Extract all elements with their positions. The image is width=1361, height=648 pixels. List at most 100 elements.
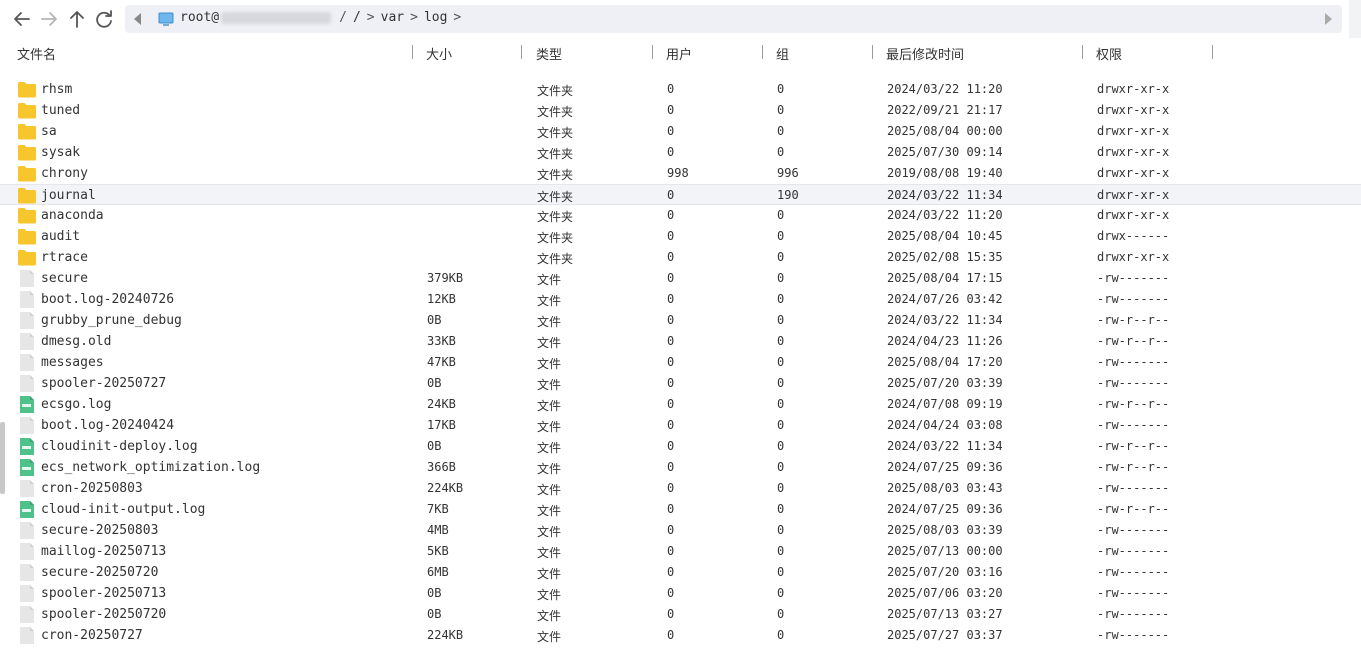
up-button[interactable]	[66, 8, 88, 30]
column-resizer[interactable]	[762, 45, 763, 59]
file-row[interactable]: boot.log-20240726 12KB 文件 0 0 2024/07/26 03:4…	[0, 289, 1361, 310]
file-group: 0	[777, 355, 785, 369]
column-mtime[interactable]: 最后修改时间	[886, 44, 964, 63]
file-row[interactable]: cron-20250803 224KB 文件 0 0 2025/08/03 03:43 -r…	[0, 478, 1361, 499]
file-row[interactable]: maillog-20250713 5KB 文件 0 0 2025/07/13 00:00 -…	[0, 541, 1361, 562]
file-mtime: 2024/07/08 09:19	[887, 397, 1003, 411]
file-icon	[18, 543, 36, 560]
file-row[interactable]: journal 文件夹 0 190 2024/03/22 11:34 drwxr-xr-x	[0, 184, 1361, 205]
computer-icon	[158, 12, 174, 26]
scrollbar-thumb[interactable]	[0, 422, 5, 494]
column-user[interactable]: 用户	[666, 44, 692, 63]
file-row[interactable]: boot.log-20240424 17KB 文件 0 0 2024/04/24 03:0…	[0, 415, 1361, 436]
file-row[interactable]: rtrace 文件夹 0 0 2025/02/08 15:35 drwxr-xr-x	[0, 247, 1361, 268]
file-row[interactable]: spooler-20250720 0B 文件 0 0 2025/07/13 03:27 -r…	[0, 604, 1361, 625]
refresh-button[interactable]	[93, 8, 115, 30]
file-icon	[18, 354, 36, 371]
file-list: rhsm 文件夹 0 0 2024/03/22 11:20 drwxr-xr-x tuned…	[0, 79, 1361, 646]
file-user: 0	[667, 208, 675, 222]
scroll-left-icon[interactable]	[134, 13, 141, 25]
file-row[interactable]: audit 文件夹 0 0 2025/08/04 10:45 drwx------	[0, 226, 1361, 247]
file-row[interactable]: cloud-init-output.log 7KB 文件 0 0 2024/07/25 0…	[0, 499, 1361, 520]
column-resizer[interactable]	[1212, 45, 1213, 59]
file-row[interactable]: secure 379KB 文件 0 0 2025/08/04 17:15 -rw------…	[0, 268, 1361, 289]
file-perm: drwxr-xr-x	[1097, 166, 1170, 180]
file-group: 0	[777, 502, 785, 516]
file-group: 0	[777, 145, 785, 159]
file-icon	[18, 312, 36, 329]
address-bar[interactable]: root@ / / > var > log >	[125, 5, 1342, 33]
file-name: journal	[41, 188, 96, 203]
file-row[interactable]: ecs_network_optimization.log 366B 文件 0 0 2024…	[0, 457, 1361, 478]
file-row[interactable]: messages 47KB 文件 0 0 2025/08/04 17:20 -rw-----…	[0, 352, 1361, 373]
file-row[interactable]: ecsgo.log 24KB 文件 0 0 2024/07/08 09:19 -rw-r--…	[0, 394, 1361, 415]
back-button[interactable]	[11, 8, 33, 30]
file-row[interactable]: secure-20250803 4MB 文件 0 0 2025/08/03 03:39 -r…	[0, 520, 1361, 541]
column-group[interactable]: 组	[776, 44, 789, 63]
file-type: 文件夹	[537, 105, 574, 119]
file-perm: drwxr-xr-x	[1097, 188, 1170, 202]
column-name[interactable]: 文件名	[17, 44, 56, 63]
file-row[interactable]: cloudinit-deploy.log 0B 文件 0 0 2024/03/22 11:…	[0, 436, 1361, 457]
file-row[interactable]: secure-20250720 6MB 文件 0 0 2025/07/20 03:16 -r…	[0, 562, 1361, 583]
file-row[interactable]: spooler-20250727 0B 文件 0 0 2025/07/20 03:39 -r…	[0, 373, 1361, 394]
folder-icon	[18, 144, 36, 161]
file-mtime: 2022/09/21 21:17	[887, 103, 1003, 117]
file-mtime: 2019/08/08 19:40	[887, 166, 1003, 180]
file-perm: -rw-------	[1097, 271, 1170, 285]
column-resizer[interactable]	[652, 45, 653, 59]
file-perm: -rw-r--r--	[1097, 334, 1170, 348]
column-perm[interactable]: 权限	[1096, 44, 1122, 63]
column-type[interactable]: 类型	[536, 44, 562, 63]
column-size[interactable]: 大小	[426, 44, 452, 63]
file-perm: -rw-------	[1097, 418, 1170, 432]
file-group: 0	[777, 208, 785, 222]
file-user: 0	[667, 481, 675, 495]
window-edge	[1349, 0, 1361, 38]
file-name: cron-20250803	[41, 481, 143, 496]
column-resizer[interactable]	[872, 45, 873, 59]
file-row[interactable]: dmesg.old 33KB 文件 0 0 2024/04/23 11:26 -rw-r--…	[0, 331, 1361, 352]
file-row[interactable]: tuned 文件夹 0 0 2022/09/21 21:17 drwxr-xr-x	[0, 100, 1361, 121]
file-user: 998	[667, 166, 689, 180]
breadcrumb-item-var[interactable]: var	[381, 10, 404, 25]
file-mtime: 2025/07/13 00:00	[887, 544, 1003, 558]
file-type: 文件夹	[537, 147, 574, 161]
file-size: 0B	[427, 376, 442, 390]
file-group: 0	[777, 376, 785, 390]
file-mtime: 2024/03/22 11:34	[887, 188, 1003, 202]
file-type: 文件	[537, 525, 562, 539]
file-name: spooler-20250720	[41, 607, 167, 622]
file-user: 0	[667, 565, 675, 579]
column-resizer[interactable]	[521, 45, 522, 59]
file-user: 0	[667, 355, 675, 369]
file-size: 0B	[427, 313, 442, 327]
scroll-right-icon[interactable]	[1325, 13, 1332, 25]
file-row[interactable]: sysak 文件夹 0 0 2025/07/30 09:14 drwxr-xr-x	[0, 142, 1361, 163]
folder-icon	[18, 165, 36, 182]
file-row[interactable]: sa 文件夹 0 0 2025/08/04 00:00 drwxr-xr-x	[0, 121, 1361, 142]
file-name: rtrace	[41, 250, 88, 265]
column-resizer[interactable]	[412, 45, 413, 59]
file-row[interactable]: anaconda 文件夹 0 0 2024/03/22 11:20 drwxr-xr-x	[0, 205, 1361, 226]
file-size: 33KB	[427, 334, 456, 348]
file-perm: -rw-------	[1097, 355, 1170, 369]
breadcrumb-item-log[interactable]: log	[424, 10, 447, 25]
file-perm: -rw-r--r--	[1097, 439, 1170, 453]
file-row[interactable]: chrony 文件夹 998 996 2019/08/08 19:40 drwxr-xr-…	[0, 163, 1361, 184]
file-row[interactable]: rhsm 文件夹 0 0 2024/03/22 11:20 drwxr-xr-x	[0, 79, 1361, 100]
file-name: sa	[41, 124, 57, 139]
breadcrumb-separator: >	[453, 10, 462, 25]
column-resizer[interactable]	[1082, 45, 1083, 59]
file-type: 文件	[537, 420, 562, 434]
breadcrumb-host[interactable]: root@	[180, 10, 219, 25]
file-user: 0	[667, 271, 675, 285]
file-row[interactable]: spooler-20250713 0B 文件 0 0 2025/07/06 03:20 -r…	[0, 583, 1361, 604]
column-header: 文件名 大小 类型 用户 组 最后修改时间 权限	[0, 42, 1361, 64]
file-row[interactable]: cron-20250727 224KB 文件 0 0 2025/07/27 03:37 -r…	[0, 625, 1361, 646]
forward-button[interactable]	[38, 8, 60, 30]
breadcrumb-root[interactable]: /	[353, 10, 361, 25]
file-mtime: 2024/07/25 09:36	[887, 460, 1003, 474]
file-group: 0	[777, 544, 785, 558]
file-row[interactable]: grubby_prune_debug 0B 文件 0 0 2024/03/22 11:34…	[0, 310, 1361, 331]
